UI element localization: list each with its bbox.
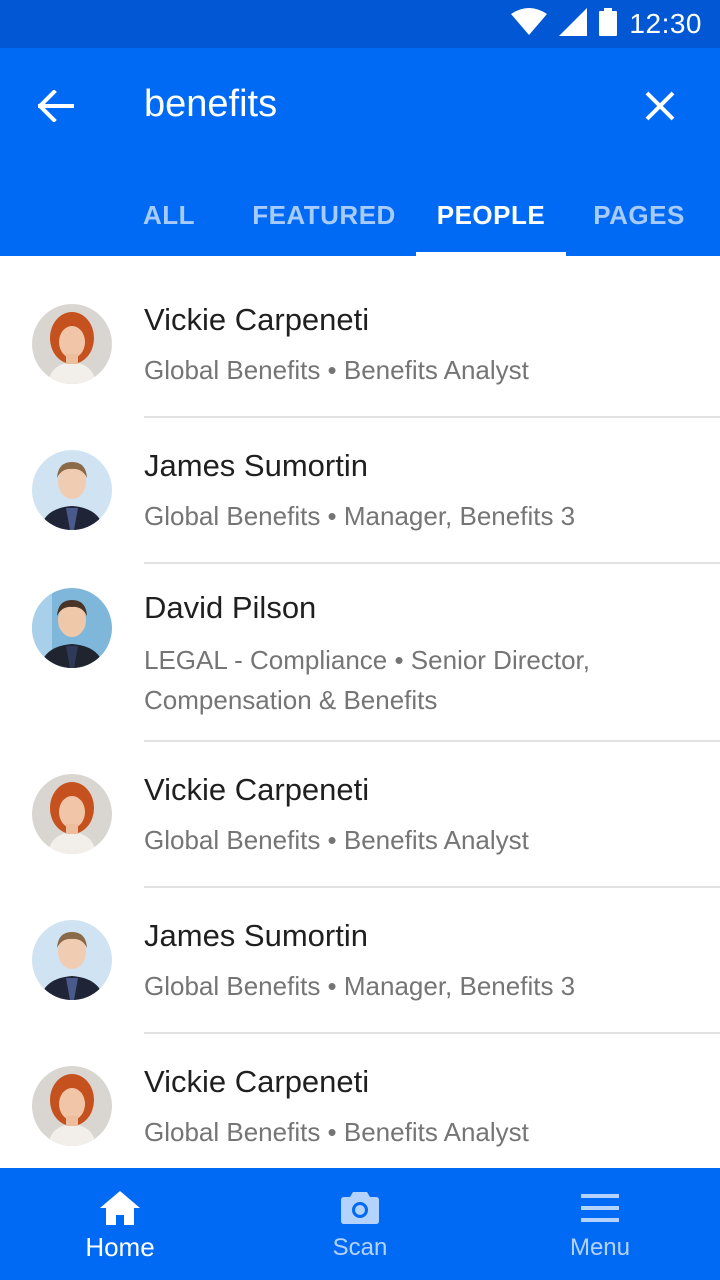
- person-detail: Global Benefits • Benefits Analyst: [144, 825, 529, 855]
- person-detail: LEGAL - Compliance • Senior Director, Co…: [144, 645, 590, 715]
- woman-avatar-icon: [32, 1066, 112, 1146]
- person-name: David Pilson: [144, 590, 317, 625]
- clock: 12:30: [629, 8, 702, 39]
- search-tabs: ALL FEATURED PEOPLE PAGES: [0, 174, 720, 256]
- nav-menu[interactable]: Menu: [480, 1168, 720, 1280]
- search-app-bar: benefits ALL FEATURED PEOPLE PAGES: [0, 48, 720, 256]
- menu-icon: [580, 1190, 620, 1226]
- people-results-list: Vickie Carpeneti Global Benefits • Benef…: [0, 256, 720, 1168]
- person-name: Vickie Carpeneti: [144, 302, 370, 337]
- woman-avatar-icon: [32, 774, 112, 854]
- person-name: Vickie Carpeneti: [144, 772, 370, 807]
- person-detail: Global Benefits • Manager, Benefits 3: [144, 501, 576, 531]
- woman-avatar-icon: [32, 304, 112, 384]
- status-icons: 12:30: [511, 7, 702, 41]
- bottom-navigation: Home Scan Menu: [0, 1168, 720, 1280]
- avatar: [32, 774, 112, 854]
- back-button[interactable]: [28, 80, 84, 136]
- man-avatar-icon: [32, 920, 112, 1000]
- arrow-back-icon: [37, 88, 74, 127]
- person-detail: Global Benefits • Benefits Analyst: [144, 1117, 529, 1147]
- person-name: James Sumortin: [144, 448, 368, 483]
- person-name: James Sumortin: [144, 918, 368, 953]
- nav-home-label: Home: [85, 1232, 155, 1262]
- person-row[interactable]: Vickie Carpeneti Global Benefits • Benef…: [0, 742, 720, 888]
- wifi-icon: [511, 7, 548, 41]
- nav-scan-label: Scan: [332, 1234, 388, 1261]
- avatar: [32, 450, 112, 530]
- cell-signal-icon: [559, 7, 588, 41]
- close-icon: [645, 91, 675, 126]
- search-input[interactable]: benefits: [144, 80, 277, 128]
- clear-search-button[interactable]: [632, 80, 688, 136]
- nav-home[interactable]: Home: [0, 1168, 240, 1280]
- person-row[interactable]: Vickie Carpeneti Global Benefits • Benef…: [0, 1034, 720, 1168]
- home-icon: [100, 1190, 140, 1226]
- person-detail: Global Benefits • Benefits Analyst: [144, 355, 529, 385]
- battery-icon: [599, 7, 618, 41]
- person-row[interactable]: James Sumortin Global Benefits • Manager…: [0, 418, 720, 564]
- person-row[interactable]: David Pilson LEGAL - Compliance • Senior…: [0, 564, 720, 742]
- person-row[interactable]: James Sumortin Global Benefits • Manager…: [0, 888, 720, 1034]
- tab-people[interactable]: PEOPLE: [416, 174, 566, 256]
- avatar: [32, 304, 112, 384]
- person-detail: Global Benefits • Manager, Benefits 3: [144, 971, 576, 1001]
- camera-icon: [340, 1190, 380, 1226]
- person-row[interactable]: Vickie Carpeneti Global Benefits • Benef…: [0, 256, 720, 418]
- person-name: Vickie Carpeneti: [144, 1064, 370, 1099]
- nav-scan[interactable]: Scan: [240, 1168, 480, 1280]
- tab-pages[interactable]: PAGES: [584, 174, 694, 256]
- nav-menu-label: Menu: [569, 1234, 631, 1261]
- man-avatar-icon: [32, 588, 112, 668]
- avatar: [32, 920, 112, 1000]
- tab-all[interactable]: ALL: [124, 174, 214, 256]
- status-bar: 12:30: [0, 0, 720, 48]
- tab-featured[interactable]: FEATURED: [246, 174, 402, 256]
- avatar: [32, 588, 112, 668]
- man-avatar-icon: [32, 450, 112, 530]
- avatar: [32, 1066, 112, 1146]
